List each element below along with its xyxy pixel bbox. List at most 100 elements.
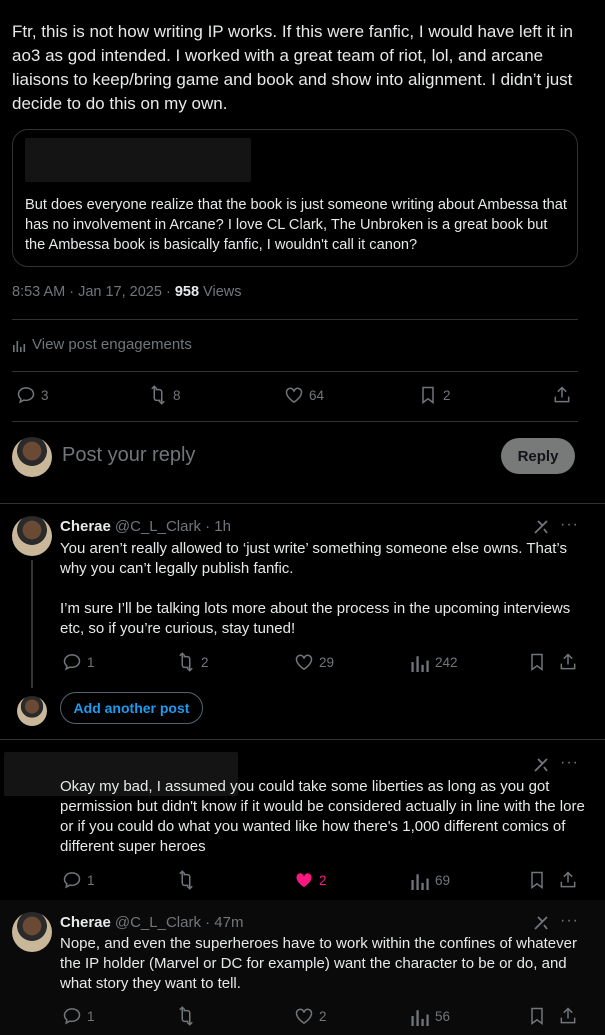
grok-icon[interactable] bbox=[532, 518, 550, 536]
bookmark-icon bbox=[422, 386, 434, 404]
author-name[interactable]: Cherae @C_L_Clark · 47m bbox=[60, 914, 243, 931]
author-handle: @C_L_Clark · 47m bbox=[114, 914, 244, 931]
share-icon bbox=[554, 386, 570, 403]
reply-composer: Post your reply Reply bbox=[0, 430, 605, 490]
grok-icon[interactable] bbox=[532, 914, 550, 932]
bookmark-action[interactable] bbox=[527, 870, 547, 890]
heart-filled-icon bbox=[296, 873, 312, 888]
repost-icon bbox=[151, 385, 165, 405]
like-count: 2 bbox=[319, 1008, 327, 1024]
avatar[interactable] bbox=[12, 912, 52, 952]
thread-line bbox=[31, 560, 33, 688]
share-icon bbox=[560, 653, 576, 670]
repost-icon bbox=[179, 652, 193, 672]
share-action[interactable] bbox=[558, 652, 578, 672]
reply-action[interactable]: 1 bbox=[62, 870, 95, 890]
bookmark-icon bbox=[531, 1007, 543, 1025]
quoted-post-text: But does everyone realize that the book … bbox=[25, 197, 567, 253]
views-count: 69 bbox=[435, 872, 451, 888]
analytics-icon bbox=[411, 656, 429, 672]
like-action[interactable]: 29 bbox=[294, 652, 334, 672]
avatar[interactable] bbox=[17, 696, 47, 726]
heart-icon bbox=[295, 654, 313, 670]
bookmark-action[interactable] bbox=[527, 1006, 547, 1026]
bookmark-count: 2 bbox=[443, 387, 451, 403]
repost-count: 8 bbox=[173, 387, 181, 403]
divider bbox=[12, 421, 578, 422]
repost-action[interactable]: 8 bbox=[148, 385, 181, 405]
heart-icon bbox=[285, 387, 303, 403]
avatar[interactable] bbox=[12, 437, 52, 477]
author-name[interactable]: Cherae @C_L_Clark · 1h bbox=[60, 518, 231, 535]
repost-action[interactable]: 2 bbox=[176, 652, 209, 672]
share-action[interactable] bbox=[552, 385, 572, 405]
heart-icon bbox=[295, 1008, 313, 1024]
avatar[interactable] bbox=[12, 516, 52, 556]
repost-icon bbox=[179, 870, 193, 890]
bookmark-icon bbox=[531, 871, 543, 889]
more-options-icon[interactable]: ··· bbox=[560, 516, 579, 534]
divider bbox=[12, 319, 578, 320]
analytics-icon bbox=[13, 340, 26, 352]
views-action[interactable]: 242 bbox=[410, 652, 458, 672]
author-display-name: Cherae bbox=[60, 518, 111, 535]
views-action[interactable]: 69 bbox=[410, 870, 450, 890]
bookmark-icon bbox=[531, 653, 543, 671]
reply-post[interactable]: ··· Okay my bad, I assumed you could tak… bbox=[0, 740, 605, 900]
reply-text: You aren’t really allowed to ‘just write… bbox=[60, 540, 571, 637]
reply-icon bbox=[63, 872, 81, 889]
post-meta: 8:53 AM · Jan 17, 2025 · 958 Views bbox=[12, 284, 241, 300]
views-count: 242 bbox=[435, 654, 458, 670]
like-count: 64 bbox=[309, 387, 325, 403]
bookmark-action[interactable]: 2 bbox=[418, 385, 451, 405]
reply-count: 3 bbox=[41, 387, 49, 403]
quoted-post[interactable]: But does everyone realize that the book … bbox=[12, 129, 578, 267]
reply-text: Nope, and even the superheroes have to w… bbox=[60, 935, 577, 992]
reply-action[interactable]: 1 bbox=[62, 652, 95, 672]
post-action-bar: 3 8 64 2 bbox=[0, 385, 605, 407]
reply-count: 1 bbox=[87, 654, 95, 670]
views-count: 958 bbox=[174, 284, 200, 300]
reply-action[interactable]: 1 bbox=[62, 1006, 95, 1026]
repost-action[interactable] bbox=[176, 1006, 196, 1026]
bookmark-action[interactable] bbox=[527, 652, 547, 672]
reply-text: Okay my bad, I assumed you could take so… bbox=[60, 778, 585, 855]
reply-count: 1 bbox=[87, 1008, 95, 1024]
divider bbox=[12, 371, 578, 372]
repost-action[interactable] bbox=[176, 870, 196, 890]
more-options-icon[interactable]: ··· bbox=[560, 912, 579, 930]
add-another-post-button[interactable]: Add another post bbox=[60, 692, 203, 724]
views-count: 56 bbox=[435, 1008, 451, 1024]
like-action[interactable]: 2 bbox=[294, 870, 327, 890]
reply-input[interactable]: Post your reply bbox=[62, 444, 195, 467]
more-options-icon[interactable]: ··· bbox=[560, 754, 579, 772]
views-label: Views bbox=[199, 284, 242, 300]
share-icon bbox=[560, 1007, 576, 1024]
author-handle: @C_L_Clark · 1h bbox=[114, 518, 231, 535]
view-engagements-label: View post engagements bbox=[32, 336, 192, 353]
reply-post[interactable]: Cherae @C_L_Clark · 47m ··· Nope, and eve… bbox=[0, 900, 605, 1035]
reply-icon bbox=[63, 1008, 81, 1025]
analytics-icon bbox=[411, 874, 429, 890]
reply-count: 1 bbox=[87, 872, 95, 888]
like-action[interactable]: 2 bbox=[294, 1006, 327, 1026]
share-action[interactable] bbox=[558, 1006, 578, 1026]
grok-icon[interactable] bbox=[532, 756, 550, 774]
reply-icon bbox=[17, 387, 35, 404]
view-engagements-link[interactable]: View post engagements bbox=[12, 336, 192, 353]
repost-count: 2 bbox=[201, 654, 209, 670]
views-action[interactable]: 56 bbox=[410, 1006, 450, 1026]
reply-icon bbox=[63, 654, 81, 671]
like-count: 2 bbox=[319, 872, 327, 888]
analytics-icon bbox=[411, 1010, 429, 1026]
share-icon bbox=[560, 871, 576, 888]
redacted-quote-author bbox=[25, 138, 251, 182]
like-action[interactable]: 64 bbox=[284, 385, 324, 405]
post-timestamp[interactable]: 8:53 AM · Jan 17, 2025 · bbox=[12, 284, 175, 300]
share-action[interactable] bbox=[558, 870, 578, 890]
reply-button[interactable]: Reply bbox=[501, 438, 575, 474]
repost-icon bbox=[179, 1006, 193, 1026]
post-text: Ftr, this is not how writing IP works. I… bbox=[12, 22, 573, 113]
like-count: 29 bbox=[319, 654, 335, 670]
reply-action[interactable]: 3 bbox=[16, 385, 49, 405]
